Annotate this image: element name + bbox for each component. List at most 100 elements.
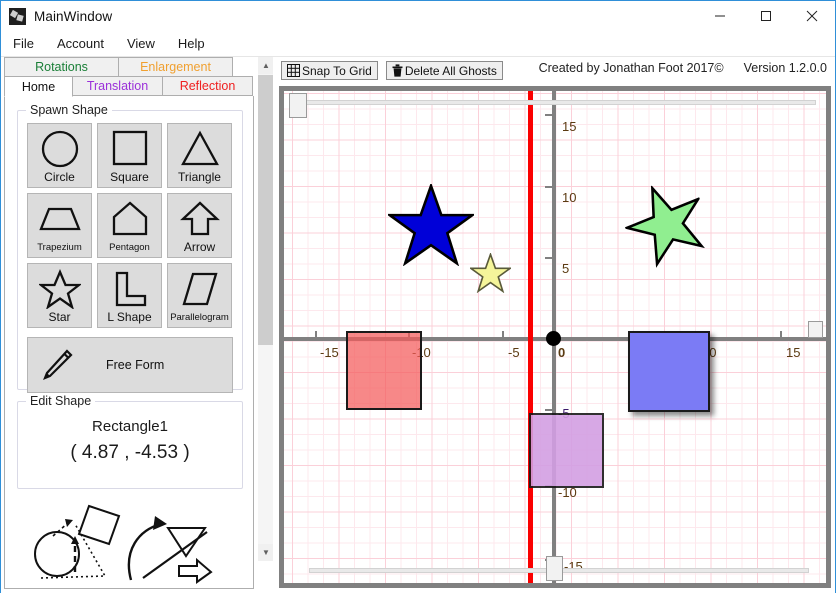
circle-icon [28,129,91,169]
spawn-trapezium-label: Trapezium [37,242,82,253]
spawn-star-button[interactable]: Star [27,263,92,328]
x-label-neg15: -15 [320,345,339,360]
left-panel: Rotations Enlargement Home Translation R… [1,57,273,593]
spawn-shape-group-label: Spawn Shape [26,103,112,117]
app-shapes-icon [9,7,26,25]
y-tick-10 [545,186,552,188]
pentagon-icon [98,199,161,239]
title-bar: MainWindow [1,1,835,31]
home-tab-panel: Spawn Shape Circle Square Triangle Trape… [4,96,254,589]
origin-point [546,331,561,346]
version-text: Version 1.2.0.0 [743,61,827,75]
credits-area: Created by Jonathan Foot 2017© Version 1… [539,61,827,75]
spawn-lshape-label: L Shape [107,310,152,324]
canvas-top-slider-track[interactable] [304,100,816,105]
tab-rotations[interactable]: Rotations [4,57,119,77]
scroll-down-icon[interactable]: ▼ [258,544,274,561]
delete-all-ghosts-label: Delete All Ghosts [404,63,497,78]
tab-row-lower: Home Translation Reflection [4,76,254,97]
triangle-icon [168,129,231,169]
spawn-square-button[interactable]: Square [97,123,162,188]
shape-blue-square-selected[interactable] [628,331,710,412]
main-window: MainWindow File Account View Help Rotati… [0,0,836,593]
x-label-zero: 0 [558,345,566,360]
square-icon [98,129,161,169]
l-shape-icon [98,269,161,309]
edit-shape-group: Edit Shape Rectangle1 ( 4.87 , -4.53 ) [17,394,243,489]
parallelogram-icon [168,269,231,309]
maximize-icon[interactable] [743,1,789,31]
canvas-top-slider-thumb[interactable] [289,93,307,118]
tab-reflection[interactable]: Reflection [162,76,253,96]
trash-icon [392,64,403,77]
menu-item-view[interactable]: View [116,33,166,54]
grid-snap-icon [287,64,300,77]
close-icon[interactable] [789,1,835,31]
transformations-illustration-icon [27,494,237,584]
window-controls [697,1,835,31]
window-title: MainWindow [34,8,113,24]
spawn-circle-button[interactable]: Circle [27,123,92,188]
spawn-parallelogram-label: Parallelogram [170,312,229,323]
tab-strip: Rotations Enlargement Home Translation R… [4,57,254,97]
sidebar-scrollbar[interactable]: ▲ ▼ [257,57,274,561]
canvas-bottom-slider-thumb[interactable] [546,556,563,581]
y-label-5: 5 [562,261,570,276]
spawn-square-label: Square [110,170,149,184]
y-label-10: 10 [562,190,577,205]
menu-item-help[interactable]: Help [167,33,216,54]
spawn-lshape-button[interactable]: L Shape [97,263,162,328]
arrow-up-icon [168,199,231,239]
spawn-triangle-label: Triangle [178,170,221,184]
shape-purple-rectangle[interactable] [529,413,604,488]
tab-row-upper: Rotations Enlargement [4,57,254,77]
spawn-star-label: Star [48,310,71,324]
spawn-circle-label: Circle [44,170,75,184]
shape-yellow-star[interactable] [468,251,513,294]
tab-translation[interactable]: Translation [72,76,163,96]
snap-to-grid-button[interactable]: Snap To Grid [281,61,378,80]
trapezium-icon [28,199,91,239]
menu-bar: File Account View Help [1,31,835,57]
spawn-trapezium-button[interactable]: Trapezium [27,193,92,258]
credits-text: Created by Jonathan Foot 2017© [538,61,724,75]
spawn-free-form-label: Free Form [106,358,165,372]
y-tick-5 [545,257,552,259]
sidebar-scrollbar-thumb[interactable] [258,75,274,345]
edit-shape-group-label: Edit Shape [26,394,96,408]
pencil-icon [28,345,84,385]
tab-enlargement[interactable]: Enlargement [118,57,233,77]
snap-to-grid-label: Snap To Grid [302,63,372,78]
x-label-neg5: -5 [508,345,520,360]
minimize-icon[interactable] [697,1,743,31]
y-label-15: 15 [562,119,577,134]
y-tick-15 [545,114,552,116]
reflection-line[interactable] [528,91,533,583]
shape-pink-rectangle-ghost[interactable] [346,331,422,410]
menu-item-file[interactable]: File [2,33,45,54]
spawn-free-form-button[interactable]: Free Form [27,337,233,393]
delete-all-ghosts-button[interactable]: Delete All Ghosts [385,61,503,80]
shape-button-grid: Circle Square Triangle Trapezium Pentago… [27,123,233,328]
spawn-arrow-button[interactable]: Arrow [167,193,232,258]
spawn-triangle-button[interactable]: Triangle [167,123,232,188]
scroll-up-icon[interactable]: ▲ [258,57,274,74]
canvas-toolbar: Snap To Grid Delete All Ghosts Created b… [273,57,835,84]
edit-shape-coordinates: ( 4.87 , -4.53 ) [70,442,190,463]
spawn-parallelogram-button[interactable]: Parallelogram [167,263,232,328]
spawn-pentagon-button[interactable]: Pentagon [97,193,162,258]
spawn-shape-group: Spawn Shape Circle Square Triangle Trape… [17,103,243,393]
coordinate-canvas[interactable]: -15 -10 -5 0 10 15 15 10 5 -5 -10 -15 [284,91,826,583]
canvas-frame: -15 -10 -5 0 10 15 15 10 5 -5 -10 -15 [279,86,831,588]
star-icon [28,269,91,309]
tab-home[interactable]: Home [4,76,73,97]
edit-shape-name: Rectangle1 [92,418,168,435]
x-label-15: 15 [786,345,801,360]
spawn-pentagon-label: Pentagon [109,242,150,253]
spawn-arrow-label: Arrow [183,240,216,254]
shape-blue-star[interactable] [385,181,477,267]
canvas-right-slider-thumb[interactable] [808,321,823,338]
menu-item-account[interactable]: Account [46,33,115,54]
right-panel: Snap To Grid Delete All Ghosts Created b… [273,57,835,593]
y-tick-neg5 [545,409,552,411]
